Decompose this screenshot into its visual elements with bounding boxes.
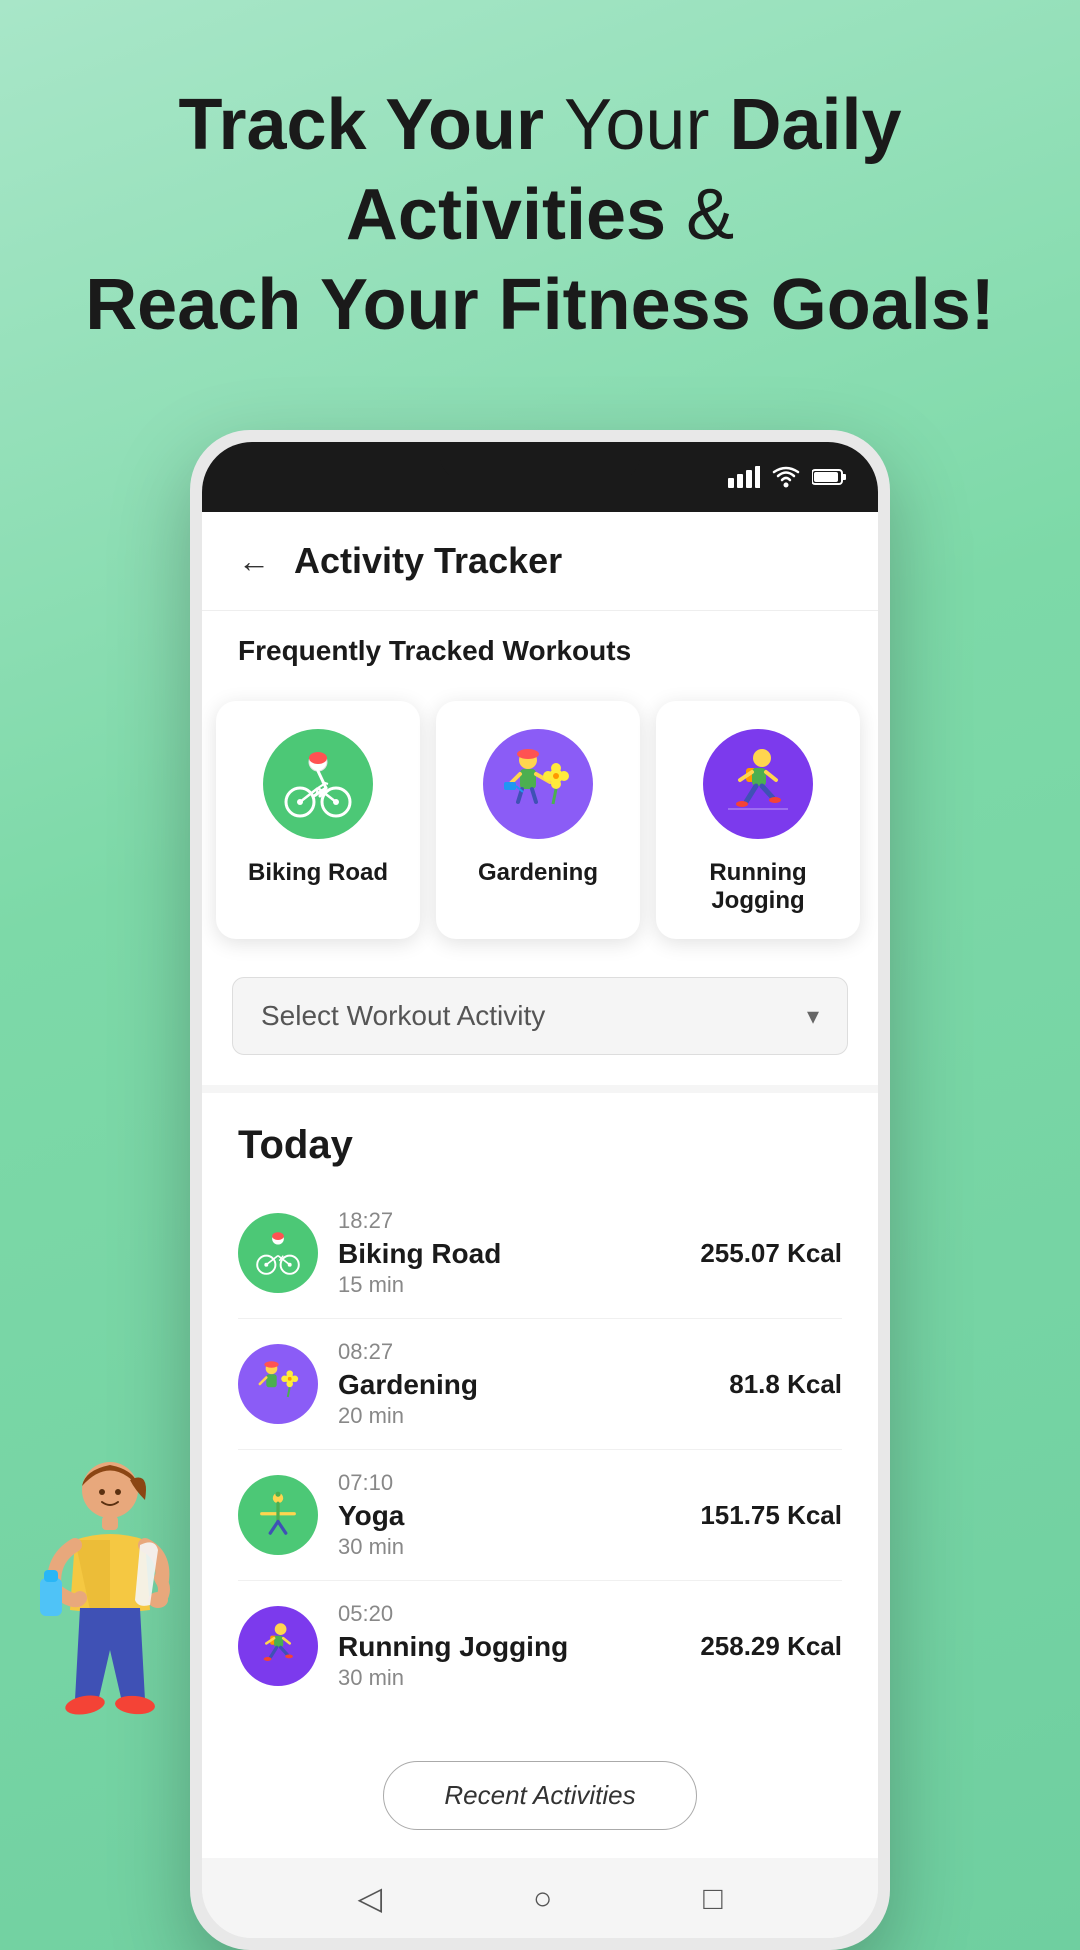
recent-btn-section: Recent Activities — [202, 1741, 878, 1858]
gardening-details: 08:27 Gardening 20 min — [338, 1339, 709, 1429]
biking-list-icon-svg — [252, 1227, 304, 1279]
biking-name: Biking Road — [338, 1238, 680, 1270]
fitness-person-svg — [20, 1450, 200, 1770]
running-duration: 30 min — [338, 1665, 680, 1691]
back-nav-icon[interactable]: ◁ — [357, 1879, 382, 1917]
dropdown-arrow-icon: ▾ — [807, 1002, 819, 1031]
yoga-details: 07:10 Yoga 30 min — [338, 1470, 680, 1560]
hero-reach: Reach Your Fitness Goals! — [85, 265, 995, 345]
biking-icon-circle — [263, 729, 373, 839]
today-section: Today — [202, 1093, 878, 1741]
activity-list: 18:27 Biking Road 15 min 255.07 Kcal — [238, 1188, 842, 1711]
status-bar — [202, 442, 878, 512]
list-item-running[interactable]: 05:20 Running Jogging 30 min 258.29 Kcal — [238, 1581, 842, 1711]
biking-list-icon — [238, 1213, 318, 1293]
running-icon — [718, 744, 798, 824]
yoga-calories: 151.75 Kcal — [700, 1500, 842, 1531]
gardening-calories: 81.8 Kcal — [729, 1369, 842, 1400]
gardening-duration: 20 min — [338, 1403, 709, 1429]
running-list-icon — [238, 1606, 318, 1686]
status-icons — [728, 466, 848, 488]
notch — [440, 442, 640, 480]
gardening-icon-circle — [483, 729, 593, 839]
today-title: Today — [238, 1123, 842, 1168]
gardening-list-icon-svg — [252, 1358, 304, 1410]
home-nav-icon[interactable]: ○ — [533, 1880, 552, 1917]
activity-card-running[interactable]: Running Jogging — [656, 701, 860, 939]
yoga-duration: 30 min — [338, 1534, 680, 1560]
hero-your: Your — [564, 85, 729, 165]
yoga-list-icon — [238, 1475, 318, 1555]
hero-ampersand: & — [686, 175, 734, 255]
running-list-icon-svg — [252, 1620, 304, 1672]
section-label: Frequently Tracked Workouts — [202, 611, 878, 683]
gardening-card-name: Gardening — [478, 859, 598, 887]
list-item-biking[interactable]: 18:27 Biking Road 15 min 255.07 Kcal — [238, 1188, 842, 1319]
running-details: 05:20 Running Jogging 30 min — [338, 1601, 680, 1691]
wifi-icon — [772, 466, 800, 488]
fitness-person-illustration — [20, 1450, 200, 1750]
biking-calories: 255.07 Kcal — [700, 1238, 842, 1269]
yoga-time: 07:10 — [338, 1470, 680, 1496]
running-time: 05:20 — [338, 1601, 680, 1627]
gardening-list-icon — [238, 1344, 318, 1424]
running-icon-circle — [703, 729, 813, 839]
phone-mockup: ← Activity Tracker Frequently Tracked Wo… — [190, 430, 890, 1950]
cycling-icon — [278, 744, 358, 824]
biking-details: 18:27 Biking Road 15 min — [338, 1208, 680, 1298]
biking-time: 18:27 — [338, 1208, 680, 1234]
activity-card-biking[interactable]: Biking Road — [216, 701, 420, 939]
activity-cards-wrapper: Biking Road — [202, 683, 878, 957]
app-title: Activity Tracker — [294, 540, 562, 582]
signal-icon — [728, 466, 760, 488]
gardening-time: 08:27 — [338, 1339, 709, 1365]
bottom-nav: ◁ ○ □ — [202, 1858, 878, 1938]
dropdown-section: Select Workout Activity ▾ — [202, 957, 878, 1085]
list-item-yoga[interactable]: 07:10 Yoga 30 min 151.75 Kcal — [238, 1450, 842, 1581]
dropdown-placeholder: Select Workout Activity — [261, 1000, 545, 1032]
recents-nav-icon[interactable]: □ — [703, 1880, 722, 1917]
hero-section: Track Your Your Daily Activities & Reach… — [0, 0, 1080, 390]
hero-track: Track Your — [178, 85, 564, 165]
yoga-list-icon-svg — [252, 1489, 304, 1541]
running-name: Running Jogging — [338, 1631, 680, 1663]
back-button[interactable]: ← — [238, 543, 270, 580]
workout-activity-dropdown[interactable]: Select Workout Activity ▾ — [232, 977, 848, 1055]
list-item-gardening[interactable]: 08:27 Gardening 20 min 81.8 Kcal — [238, 1319, 842, 1450]
phone-screen: ← Activity Tracker Frequently Tracked Wo… — [202, 442, 878, 1938]
activity-cards: Biking Road — [212, 693, 868, 947]
biking-duration: 15 min — [338, 1272, 680, 1298]
biking-card-name: Biking Road — [248, 859, 388, 887]
activity-card-gardening[interactable]: Gardening — [436, 701, 640, 939]
gardening-icon — [498, 744, 578, 824]
running-card-name: Running Jogging — [676, 859, 840, 915]
gardening-name: Gardening — [338, 1369, 709, 1401]
recent-activities-button[interactable]: Recent Activities — [383, 1761, 696, 1830]
running-calories: 258.29 Kcal — [700, 1631, 842, 1662]
battery-icon — [812, 468, 848, 486]
yoga-name: Yoga — [338, 1500, 680, 1532]
app-header: ← Activity Tracker — [202, 512, 878, 611]
